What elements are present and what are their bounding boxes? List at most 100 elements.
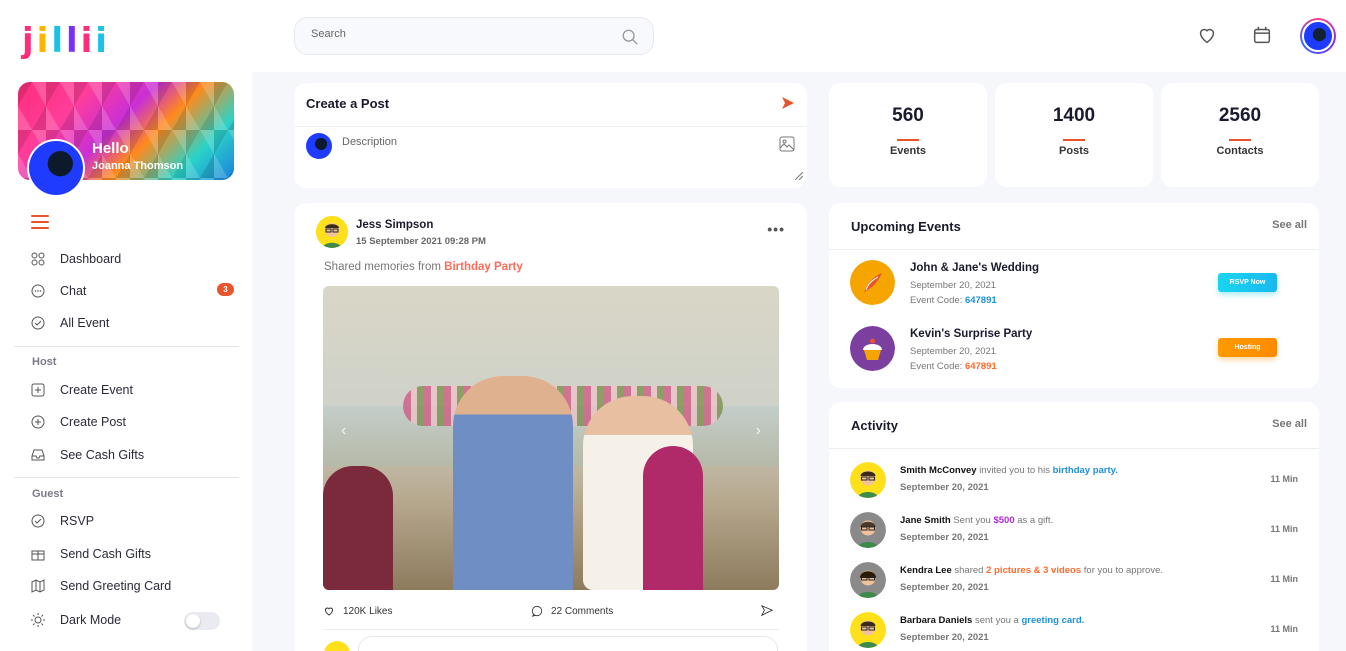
activity-item[interactable]: Kendra Lee shared 2 pictures & 3 videos … [850,562,1310,602]
sidebar-item-create-post[interactable]: Create Post [31,412,126,432]
activity-text: Kendra Lee shared 2 pictures & 3 videos … [900,565,1163,576]
rsvp-now-button[interactable]: RSVP Now [1218,273,1277,292]
stat-label: Posts [1059,145,1089,157]
carousel-next-icon[interactable]: › [756,422,761,440]
sidebar-item-all-event[interactable]: All Event [31,313,109,333]
like-button[interactable]: 120K Likes [323,605,392,617]
activity-date: September 20, 2021 [900,532,989,543]
search-bar[interactable] [294,17,654,55]
search-input[interactable] [311,28,611,40]
sidebar-item-label: Create Post [60,415,127,429]
check-circle-icon [31,514,45,528]
divider [14,477,239,478]
sidebar-item-create-event[interactable]: Create Event [31,380,133,400]
event-date: September 20, 2021 [910,346,997,357]
post-card: Jess Simpson 15 September 2021 09:28 PM … [294,203,807,651]
sidebar-item-send-greeting-card[interactable]: Send Greeting Card [31,576,171,596]
stat-events[interactable]: 560 Events [829,83,987,187]
dark-mode-toggle[interactable] [184,612,220,630]
chat-count-badge: 3 [217,283,234,296]
upcoming-events-panel: Upcoming Events See all John & Jane's We… [829,203,1319,388]
post-caption: Shared memories from Birthday Party [324,261,523,273]
image-icon[interactable] [779,136,795,152]
avatar [850,612,886,648]
stat-label: Events [889,145,927,157]
menu-toggle-icon[interactable] [31,215,49,229]
plus-circle-icon [31,415,45,429]
sidebar-item-send-cash-gifts[interactable]: Send Cash Gifts [31,544,151,564]
post-author[interactable]: Jess Simpson [356,219,433,231]
caption-text: Shared memories from [324,261,441,273]
resize-handle-icon[interactable] [795,172,803,180]
heart-icon [324,607,334,616]
person-avatar-icon [316,216,348,248]
sidebar-item-rsvp[interactable]: RSVP [31,511,94,531]
inbox-icon [31,449,45,461]
activity-date: September 20, 2021 [900,632,989,643]
dark-mode-row: Dark Mode [31,610,121,630]
sidebar-item-label: Send Greeting Card [60,579,172,593]
avatar [324,641,350,651]
send-icon[interactable] [781,96,795,110]
stat-label: Contacts [1216,145,1264,157]
sidebar-item-chat[interactable]: Chat [31,281,86,301]
event-code: Event Code: 647891 [910,295,997,306]
activity-date: September 20, 2021 [900,582,989,593]
profile-avatar[interactable] [27,139,85,197]
avatar[interactable] [316,216,348,248]
activity-panel: Activity See all Smith McConvey invited … [829,402,1319,651]
sidebar-item-label: Chat [60,284,87,298]
comment-icon [531,605,543,617]
sidebar-item-dashboard[interactable]: Dashboard [31,249,121,269]
avatar [850,562,886,598]
sidebar-item-see-cash-gifts[interactable]: See Cash Gifts [31,445,144,465]
brand-logo[interactable]: jillii [22,18,107,58]
profile-greeting: Hello [92,140,129,157]
profile-name: Joanna Thomson [92,160,184,172]
calendar-icon[interactable] [1251,24,1273,46]
divider [14,346,239,347]
user-avatar[interactable] [1300,18,1336,54]
activity-time: 11 Min [1270,524,1298,534]
hosting-button[interactable]: Hosting [1218,338,1277,357]
wedding-icon [850,260,895,305]
share-icon[interactable] [761,605,773,617]
likes-count: 120K Likes [343,605,393,617]
sidebar-item-label: RSVP [60,514,95,528]
activity-item[interactable]: Smith McConvey invited you to his birthd… [850,462,1310,502]
chat-icon [31,284,45,298]
activity-date: September 20, 2021 [900,482,989,493]
heart-icon[interactable] [1196,24,1218,46]
comments-button[interactable]: 22 Comments [531,605,613,617]
activity-text: Jane Smith Sent you $500 as a gift. [900,515,1054,526]
sidebar-item-label: See Cash Gifts [60,448,145,462]
carousel-prev-icon[interactable]: ‹ [341,422,346,440]
post-photo[interactable]: ‹ › [323,286,779,590]
event-title: John & Jane's Wedding [910,262,1040,274]
plus-square-icon [31,383,45,397]
activity-item[interactable]: Barbara Daniels sent you a greeting card… [850,612,1310,651]
avatar [850,462,886,498]
avatar [850,512,886,548]
sidebar: Hello Joanna Thomson Dashboard Chat 3 Al… [0,72,252,651]
activity-text: Barbara Daniels sent you a greeting card… [900,615,1085,626]
event-title: Kevin's Surprise Party [910,328,1033,340]
post-date: 15 September 2021 09:28 PM [356,236,486,247]
activity-time: 11 Min [1270,624,1298,634]
map-icon [31,579,45,593]
create-post-card: Create a Post Description [294,83,807,188]
see-all-link[interactable]: See all [1272,219,1307,231]
cupcake-icon [850,326,895,371]
activity-text: Smith McConvey invited you to his birthd… [900,465,1118,476]
more-options-icon[interactable]: ••• [767,221,785,237]
caption-link[interactable]: Birthday Party [444,261,523,273]
stat-contacts[interactable]: 2560 Contacts [1161,83,1319,187]
stat-posts[interactable]: 1400 Posts [995,83,1153,187]
description-input[interactable]: Description [342,136,397,148]
comment-input[interactable] [358,636,778,651]
see-all-link[interactable]: See all [1272,418,1307,430]
dashboard-icon [31,252,45,266]
activity-time: 11 Min [1270,574,1298,584]
search-icon[interactable] [621,28,639,46]
activity-item[interactable]: Jane Smith Sent you $500 as a gift. Sept… [850,512,1310,552]
